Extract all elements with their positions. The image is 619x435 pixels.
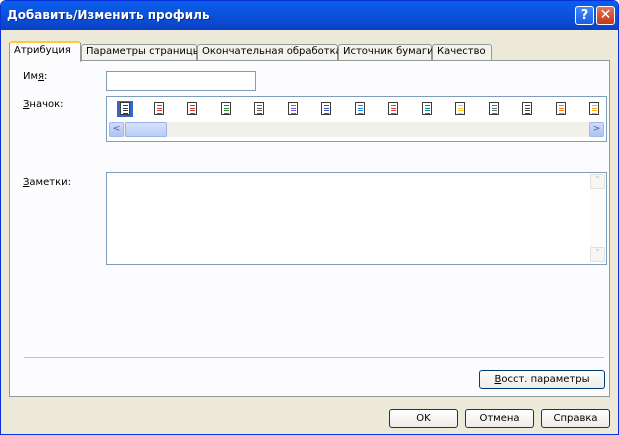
attribution-panel: Имя: Значок: < > Заметки: ˄ ˅ Восст. пар… (9, 60, 610, 397)
scroll-left-icon[interactable]: < (109, 122, 124, 137)
color-photo-icon[interactable] (452, 101, 468, 117)
brochure-icon[interactable] (318, 101, 334, 117)
scroll-down-icon[interactable]: ˅ (590, 247, 605, 262)
tab-page-setup[interactable]: Параметры страницы (81, 44, 201, 60)
calendar-icon[interactable] (385, 101, 401, 117)
close-icon[interactable]: ✕ (596, 6, 615, 25)
document-colored-icon[interactable] (151, 101, 167, 117)
profile-dialog: Добавить/Изменить профиль ? ✕ Атрибуция … (0, 0, 619, 435)
help-button[interactable]: Справка (541, 409, 610, 428)
name-input[interactable] (106, 71, 256, 91)
ok-button[interactable]: OK (389, 409, 458, 428)
icon-picker[interactable]: < > (106, 96, 607, 142)
photo-icon[interactable] (218, 101, 234, 117)
title-bar[interactable]: Добавить/Изменить профиль ? ✕ (1, 1, 618, 30)
scroll-up-icon[interactable]: ˄ (590, 174, 605, 189)
window-title: Добавить/Изменить профиль (7, 8, 210, 22)
icon-label: Значок: (23, 99, 64, 110)
multipage-icon[interactable] (285, 101, 301, 117)
help-icon[interactable]: ? (575, 6, 594, 25)
image-document-icon[interactable] (184, 101, 200, 117)
tab-attribution[interactable]: Атрибуция (9, 41, 81, 62)
notes-label: Заметки: (23, 177, 71, 188)
layered-icon[interactable] (519, 101, 535, 117)
envelope-icon[interactable] (419, 101, 435, 117)
icon-scrollbar[interactable]: < > (109, 122, 604, 137)
scroll-thumb[interactable] (125, 122, 167, 137)
document-icon[interactable] (117, 101, 133, 117)
notes-textarea[interactable]: ˄ ˅ (106, 172, 607, 265)
booklet-icon[interactable] (486, 101, 502, 117)
tab-paper-source[interactable]: Источник бумаги (338, 44, 434, 60)
a4-paper-icon[interactable] (352, 101, 368, 117)
notes-scrollbar[interactable]: ˄ ˅ (590, 174, 605, 262)
stamp-icon[interactable] (586, 101, 602, 117)
separator (24, 357, 604, 358)
tab-quality[interactable]: Качество (432, 44, 492, 60)
tab-finishing[interactable]: Окончательная обработка (197, 44, 342, 60)
name-label: Имя: (23, 71, 48, 82)
scroll-right-icon[interactable]: > (589, 122, 604, 137)
cancel-button[interactable]: Отмена (465, 409, 534, 428)
restore-defaults-button[interactable]: Восст. параметры (479, 370, 605, 389)
long-document-icon[interactable] (251, 101, 267, 117)
color-palette-icon[interactable] (553, 101, 569, 117)
